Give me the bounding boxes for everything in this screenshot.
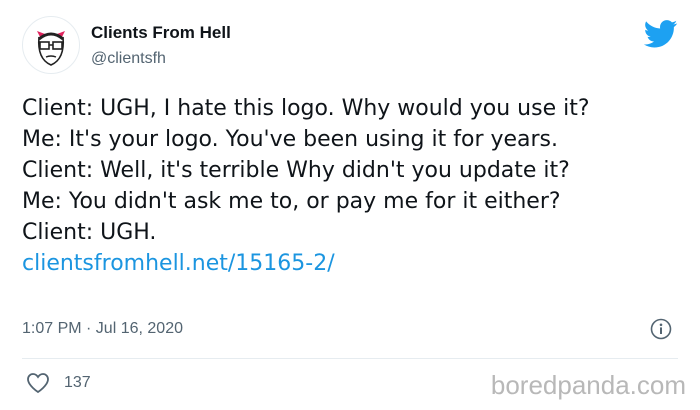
watermark: boredpanda.com [490,370,686,400]
tweet-text: Client: UGH, I hate this logo. Why would… [22,93,682,279]
tweet-line: Client: UGH. [22,220,157,245]
tweet-line: Me: It's your logo. You've been using it… [22,127,559,152]
twitter-bird-icon[interactable] [644,20,678,48]
tweet-link[interactable]: clientsfromhell.net/15165-2/ [22,248,682,279]
like-button[interactable]: 137 [26,372,91,394]
avatar[interactable] [22,16,80,74]
tweet-line: Client: Well, it's terrible Why didn't y… [22,158,570,183]
heart-icon [27,373,49,394]
cartoon-devil-face-icon [24,18,78,72]
tweet-timestamp[interactable]: 1:07 PM · Jul 16, 2020 [22,320,183,338]
author-handle[interactable]: @clientsfh [91,50,166,68]
author-name[interactable]: Clients From Hell [91,23,231,43]
tweet-line: Me: You didn't ask me to, or pay me for … [22,189,561,214]
info-icon[interactable] [650,318,672,340]
tweet-line: Client: UGH, I hate this logo. Why would… [22,96,590,121]
like-count: 137 [64,374,91,391]
divider [22,358,678,359]
